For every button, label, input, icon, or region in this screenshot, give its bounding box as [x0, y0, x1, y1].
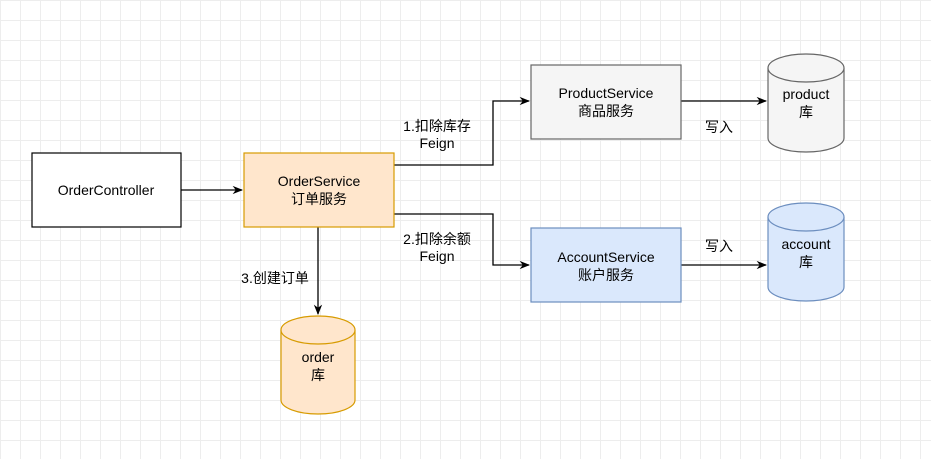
account-db-label: account — [781, 236, 830, 252]
architecture-diagram: OrderController OrderService 订单服务 Produc… — [31, 53, 845, 415]
account-db-node[interactable]: account 库 — [767, 202, 845, 302]
product-service-node[interactable]: ProductService 商品服务 — [530, 64, 682, 140]
edge-label-write-product: 写入 — [705, 119, 733, 135]
account-db-sublabel: 库 — [799, 254, 813, 270]
order-service-sublabel: 订单服务 — [291, 191, 347, 207]
order-db-sublabel: 库 — [311, 367, 325, 383]
product-db-sublabel: 库 — [799, 104, 813, 120]
account-service-node[interactable]: AccountService 账户服务 — [530, 227, 682, 303]
product-service-sublabel: 商品服务 — [578, 103, 634, 119]
product-db-node[interactable]: product 库 — [767, 53, 845, 153]
edge-label-deduct-balance: 2.扣除余额 — [403, 231, 471, 247]
order-service-label: OrderService — [278, 173, 361, 189]
product-service-label: ProductService — [559, 85, 654, 101]
edge-label-write-account: 写入 — [705, 238, 733, 254]
product-db-label: product — [783, 86, 830, 102]
account-service-sublabel: 账户服务 — [578, 267, 634, 283]
order-controller-node[interactable]: OrderController — [31, 152, 182, 228]
edge-label-deduct-stock: 1.扣除库存 — [403, 118, 471, 134]
order-service-node[interactable]: OrderService 订单服务 — [243, 152, 395, 228]
order-db-label: order — [302, 349, 335, 365]
edge-label-create-order: 3.创建订单 — [241, 270, 309, 286]
order-controller-label: OrderController — [58, 182, 155, 198]
edge-label-deduct-balance-feign: Feign — [419, 248, 454, 264]
order-db-node[interactable]: order 库 — [280, 315, 356, 415]
edge-label-deduct-stock-feign: Feign — [419, 135, 454, 151]
account-service-label: AccountService — [557, 249, 654, 265]
